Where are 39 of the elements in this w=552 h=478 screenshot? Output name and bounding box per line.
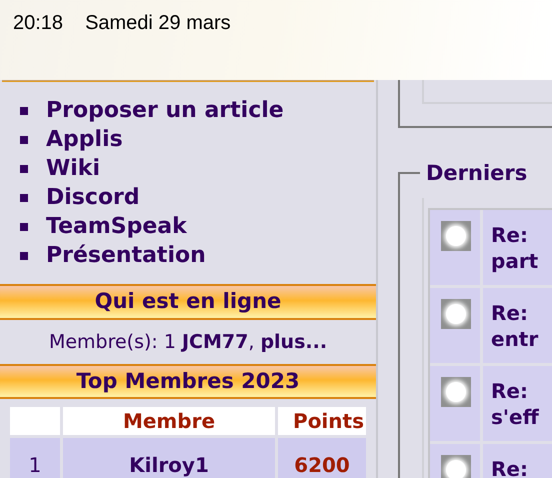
table-header-cell bbox=[10, 407, 60, 435]
bullet-icon bbox=[20, 164, 28, 172]
topic-title[interactable]: entr bbox=[491, 326, 552, 352]
bullet-icon bbox=[20, 106, 28, 114]
online-members-text: Membre(s): 1 JCM77, plus... bbox=[48, 330, 328, 354]
table-cell: 1 bbox=[10, 438, 60, 478]
topic-title[interactable]: Re: bbox=[491, 222, 552, 248]
bullet-icon bbox=[441, 377, 471, 407]
table-cell: 6200 bbox=[278, 438, 366, 478]
topic-title[interactable]: Re: bbox=[491, 378, 552, 404]
topic-title[interactable]: Re: bbox=[491, 456, 552, 478]
nav-link[interactable]: Proposer un article bbox=[46, 100, 284, 122]
nav-link[interactable]: Applis bbox=[46, 128, 123, 150]
table-header-cell: Points bbox=[278, 407, 366, 435]
bullet-icon bbox=[441, 455, 471, 478]
bullet-icon bbox=[441, 221, 471, 251]
date-text: Samedi 29 mars bbox=[85, 11, 231, 36]
nav-link[interactable]: Discord bbox=[46, 186, 140, 208]
nav-link[interactable]: Présentation bbox=[46, 244, 206, 266]
topic-title[interactable]: part bbox=[491, 248, 552, 274]
bullet-icon bbox=[20, 194, 28, 202]
section-title: Derniers bbox=[425, 162, 528, 184]
topic-title-cell[interactable]: Re: s'eff bbox=[483, 366, 552, 441]
topic-title[interactable]: s'eff bbox=[491, 404, 552, 430]
clock-time: 20:18 bbox=[13, 11, 64, 36]
table-cell: Kilroy1 bbox=[63, 438, 275, 478]
table-header-cell: Membre bbox=[63, 407, 275, 435]
bullet-icon bbox=[20, 252, 28, 260]
section-header: Qui est en ligne bbox=[0, 284, 376, 320]
topic-title-cell[interactable]: Re: entr bbox=[483, 288, 552, 363]
nav-link[interactable]: TeamSpeak bbox=[46, 216, 187, 238]
topic-title-cell[interactable]: Re: part bbox=[483, 210, 552, 285]
nav-link[interactable]: Wiki bbox=[46, 158, 100, 180]
topic-title[interactable]: Re: bbox=[491, 300, 552, 326]
bullet-icon bbox=[20, 222, 28, 230]
bullet-icon bbox=[20, 136, 28, 144]
topic-title-cell[interactable]: Re: bbox=[483, 444, 552, 478]
section-header: Top Membres 2023 bbox=[0, 364, 376, 399]
bullet-icon bbox=[441, 299, 471, 329]
